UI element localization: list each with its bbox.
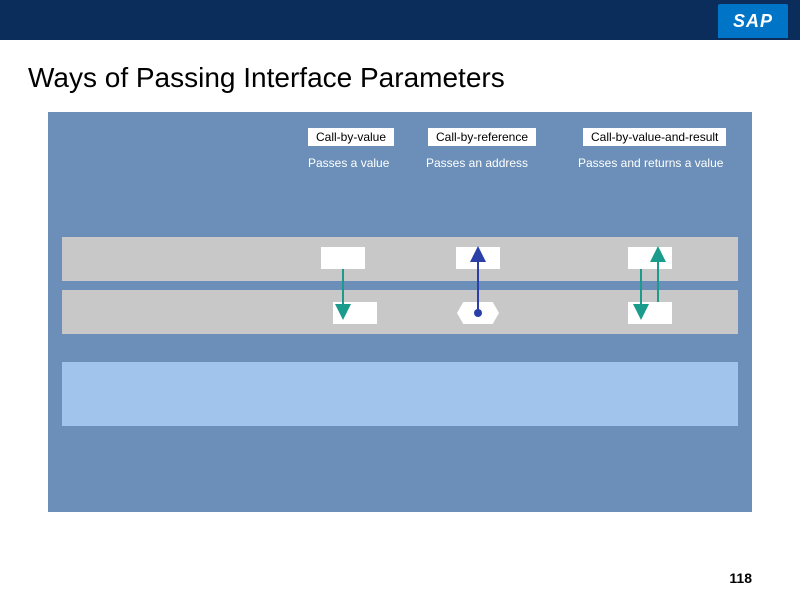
page-title: Ways of Passing Interface Parameters [28, 62, 800, 94]
page-number: 118 [729, 570, 752, 586]
result-band [62, 362, 738, 426]
col3-subtext: Passes and returns a value [578, 156, 723, 170]
header-bar: SAP [0, 0, 800, 38]
col1-box-bottom [333, 302, 377, 324]
col2-hex-bottom [457, 302, 499, 324]
col3-box-top [628, 247, 672, 269]
col1-subtext: Passes a value [308, 156, 389, 170]
sap-logo: SAP [718, 4, 788, 38]
col3-box-bottom [628, 302, 672, 324]
col1-label: Call-by-value [308, 128, 394, 146]
logo-text: SAP [733, 11, 773, 32]
col2-label: Call-by-reference [428, 128, 536, 146]
col3-label: Call-by-value-and-result [583, 128, 726, 146]
col2-subtext: Passes an address [426, 156, 528, 170]
diagram-area: Call-by-value Call-by-reference Call-by-… [48, 112, 752, 512]
divider-line [0, 38, 800, 40]
col2-box-top [456, 247, 500, 269]
col1-box-top [321, 247, 365, 269]
